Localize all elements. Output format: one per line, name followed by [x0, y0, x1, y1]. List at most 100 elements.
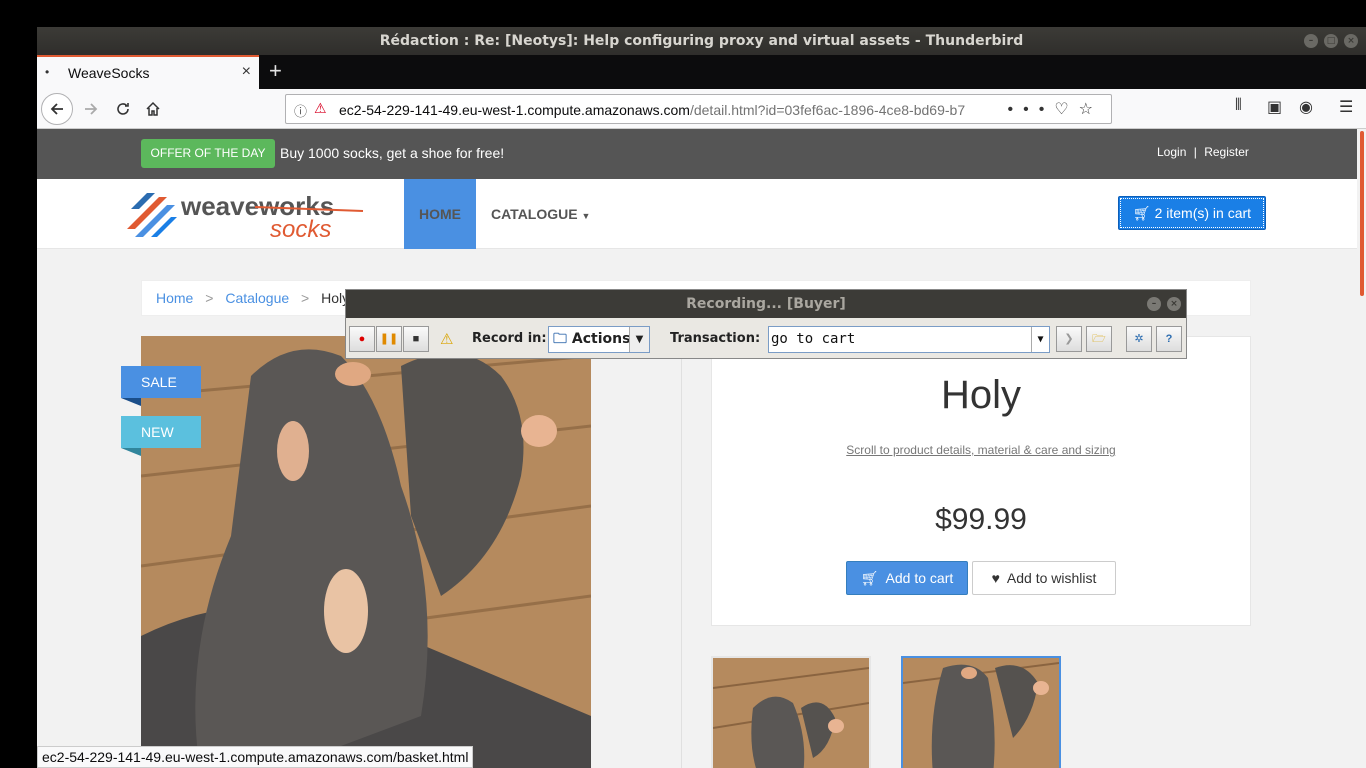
- status-bar-url: ec2-54-229-141-49.eu-west-1.compute.amaz…: [37, 746, 474, 768]
- offer-badge[interactable]: OFFER OF THE DAY: [141, 139, 275, 168]
- login-link[interactable]: Login: [1157, 145, 1186, 159]
- stop-icon: ■: [412, 333, 420, 345]
- transaction-input[interactable]: go to cart ▼: [768, 326, 1050, 353]
- web-page: OFFER OF THE DAY Buy 1000 socks, get a s…: [37, 129, 1357, 768]
- record-icon: ●: [358, 333, 366, 345]
- back-button[interactable]: [41, 93, 73, 125]
- warning-icon[interactable]: ⚠: [440, 330, 453, 348]
- help-icon: ?: [1165, 333, 1173, 345]
- insecure-lock-icon[interactable]: ⚠: [314, 100, 327, 117]
- account-icon[interactable]: ◉: [1299, 97, 1313, 117]
- window-titlebar: Rédaction : Re: [Neotys]: Help configuri…: [37, 27, 1366, 55]
- url-bar[interactable]: ⓘ ⚠ ec2-54-229-141-49.eu-west-1.compute.…: [285, 94, 1112, 124]
- window-title: Rédaction : Re: [Neotys]: Help configuri…: [379, 33, 1024, 49]
- page-actions-icon[interactable]: •••: [1008, 101, 1055, 118]
- new-tab-button[interactable]: +: [269, 59, 282, 83]
- transaction-value: go to cart: [771, 331, 856, 347]
- next-transaction-button[interactable]: ❯: [1056, 326, 1082, 352]
- bookmark-star-icon[interactable]: ☆: [1079, 101, 1103, 118]
- nav-catalogue-label: CATALOGUE: [491, 206, 578, 222]
- register-link[interactable]: Register: [1204, 145, 1249, 159]
- home-button[interactable]: [139, 95, 167, 123]
- browser-toolbar: ⓘ ⚠ ec2-54-229-141-49.eu-west-1.compute.…: [37, 89, 1366, 129]
- recorder-window: Recording... [Buyer] – × ● ❚❚ ■ ⚠ Record…: [345, 289, 1187, 359]
- cart-icon: 🛒︎: [860, 570, 879, 586]
- add-to-wishlist-button[interactable]: ♥ Add to wishlist: [972, 561, 1116, 595]
- record-button[interactable]: ●: [349, 326, 375, 352]
- nav-home[interactable]: HOME: [404, 179, 476, 249]
- chevron-down-icon[interactable]: ▼: [629, 327, 649, 352]
- chevron-down-icon[interactable]: ▼: [1031, 327, 1049, 352]
- arrow-left-icon: [50, 103, 63, 115]
- scrollbar-thumb[interactable]: [1360, 131, 1364, 296]
- logo-text-socks: socks: [270, 216, 331, 241]
- breadcrumb-catalogue[interactable]: Catalogue: [225, 290, 289, 306]
- sidebar-icon[interactable]: ▣: [1267, 97, 1282, 117]
- weaveworks-socks-logo[interactable]: weaveworks socks: [125, 189, 365, 241]
- breadcrumb-home[interactable]: Home: [156, 290, 193, 306]
- product-price: $99.99: [935, 503, 1027, 536]
- column-divider: [681, 336, 682, 768]
- pause-button[interactable]: ❚❚: [376, 326, 402, 352]
- tab-weavesocks[interactable]: • WeaveSocks ×: [37, 55, 259, 89]
- record-in-value: Actions: [571, 331, 631, 347]
- recorder-title: Recording... [Buyer]: [686, 296, 846, 312]
- close-icon[interactable]: ×: [1344, 34, 1358, 48]
- collapse-button[interactable]: ✲: [1126, 326, 1152, 352]
- open-folder-button[interactable]: 🗁: [1086, 326, 1112, 352]
- folder-icon: 🗁: [1092, 333, 1106, 345]
- cart-icon: 🛒︎: [1132, 205, 1151, 221]
- auth-links: Login | Register: [1155, 145, 1251, 159]
- recorder-close-icon[interactable]: ×: [1167, 297, 1181, 311]
- offer-bar: OFFER OF THE DAY Buy 1000 socks, get a s…: [37, 129, 1357, 179]
- tab-close-icon[interactable]: ×: [242, 63, 251, 81]
- product-thumbnail[interactable]: [711, 656, 871, 768]
- tab-title: WeaveSocks: [68, 65, 150, 81]
- product-image[interactable]: [141, 336, 591, 768]
- page-scrollbar[interactable]: [1357, 129, 1366, 768]
- reload-button[interactable]: [109, 95, 137, 123]
- breadcrumb-separator: >: [205, 290, 214, 306]
- tab-strip: • WeaveSocks × +: [37, 55, 1366, 89]
- cart-button-label: 2 item(s) in cart: [1154, 205, 1252, 221]
- folder-icon: 🗀: [553, 331, 567, 347]
- offer-text: Buy 1000 socks, get a shoe for free!: [280, 145, 505, 161]
- library-icon[interactable]: ⫴: [1235, 97, 1242, 115]
- add-to-cart-button[interactable]: 🛒︎ Add to cart: [846, 561, 968, 595]
- product-info-box: Holy Scroll to product details, material…: [711, 336, 1251, 626]
- record-in-label: Record in:: [472, 331, 547, 346]
- menu-icon[interactable]: ☰: [1339, 97, 1353, 117]
- recorder-minimize-icon[interactable]: –: [1147, 297, 1161, 311]
- nav-catalogue[interactable]: CATALOGUE ▼: [491, 206, 590, 222]
- reload-icon: [117, 103, 129, 115]
- cart-button[interactable]: 🛒︎ 2 item(s) in cart: [1118, 196, 1266, 230]
- auth-separator: |: [1193, 145, 1197, 159]
- play-next-icon: ❯: [1064, 333, 1074, 345]
- recorder-titlebar: Recording... [Buyer] – ×: [346, 290, 1186, 318]
- maximize-icon[interactable]: □: [1324, 34, 1338, 48]
- forward-button[interactable]: [77, 95, 105, 123]
- pocket-icon[interactable]: ♡: [1054, 101, 1078, 118]
- product-thumbnail-selected[interactable]: [901, 656, 1061, 768]
- scroll-to-details-link[interactable]: Scroll to product details, material & ca…: [712, 443, 1250, 457]
- record-in-select[interactable]: 🗀 Actions ▼: [548, 326, 650, 353]
- arrow-right-icon: [85, 103, 98, 115]
- pause-icon: ❚❚: [379, 333, 399, 345]
- stop-button[interactable]: ■: [403, 326, 429, 352]
- help-button[interactable]: ?: [1156, 326, 1182, 352]
- transaction-label: Transaction:: [670, 331, 761, 346]
- minimize-icon[interactable]: –: [1304, 34, 1318, 48]
- url-actions: •••♡☆: [1008, 99, 1104, 119]
- url-text[interactable]: ec2-54-229-141-49.eu-west-1.compute.amaz…: [339, 102, 999, 118]
- collapse-icon: ✲: [1134, 333, 1144, 345]
- product-title: Holy: [940, 373, 1022, 417]
- breadcrumb-separator: >: [301, 290, 310, 306]
- home-icon: [146, 101, 160, 116]
- add-to-cart-label: Add to cart: [885, 570, 954, 586]
- sale-ribbon: SALE: [121, 366, 201, 406]
- caret-down-icon: ▼: [581, 211, 591, 221]
- desktop: Rédaction : Re: [Neotys]: Help configuri…: [0, 0, 1366, 768]
- new-ribbon: NEW: [121, 416, 201, 456]
- launcher-strip: [0, 0, 37, 768]
- info-icon[interactable]: ⓘ: [294, 101, 307, 120]
